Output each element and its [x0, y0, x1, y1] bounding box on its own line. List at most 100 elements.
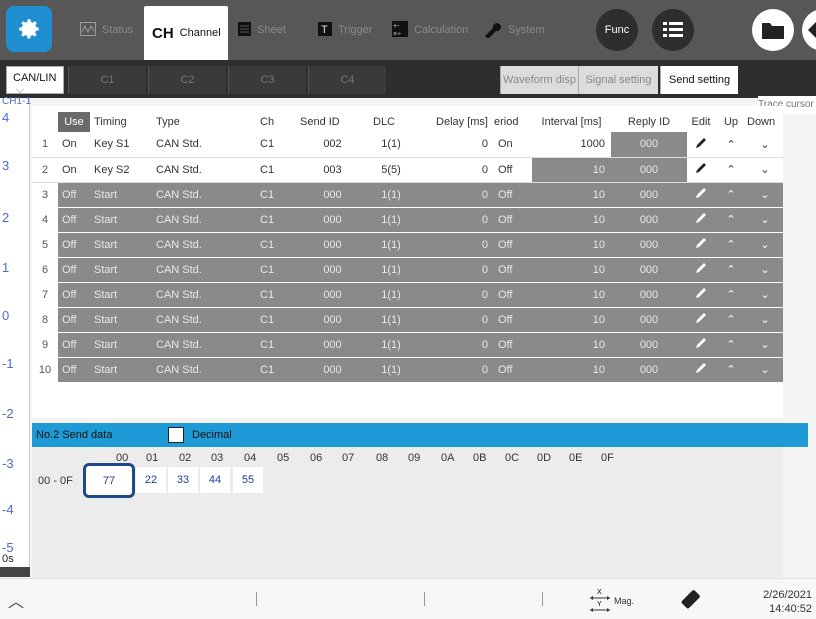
cell-ch[interactable]: C1 — [256, 182, 296, 208]
cell-use[interactable]: Off — [58, 207, 90, 233]
cell-period[interactable]: Off — [494, 232, 532, 258]
cell-interval[interactable]: 10 — [532, 307, 611, 333]
cell-timing[interactable]: Start — [90, 207, 152, 233]
cell-ch[interactable]: C1 — [256, 307, 296, 333]
cell-type[interactable]: CAN Std. — [152, 232, 256, 258]
cell-delay[interactable]: 0 — [413, 257, 494, 283]
tab-status[interactable]: Status — [80, 8, 133, 52]
cell-interval[interactable]: 10 — [532, 282, 611, 308]
move-up-icon[interactable]: ⌃ — [715, 282, 747, 308]
cell-timing[interactable]: Start — [90, 182, 152, 208]
cell-reply-id[interactable]: 000 — [611, 307, 687, 333]
cell-period[interactable]: Off — [494, 307, 532, 333]
cell-use[interactable]: Off — [58, 357, 90, 383]
cell-ch[interactable]: C1 — [256, 232, 296, 258]
func-button[interactable]: Func — [596, 9, 638, 51]
cell-send-id[interactable]: 000 — [296, 207, 369, 233]
data-cell[interactable]: 55 — [233, 467, 263, 493]
cell-reply-id[interactable]: 000 — [611, 357, 687, 383]
cell-reply-id[interactable]: 000 — [611, 132, 687, 158]
table-row[interactable]: 8 Off Start CAN Std. C1 000 1(1) 0 Off 10 000 ⌃ ⌄ — [32, 307, 783, 333]
tab-system[interactable]: System — [482, 8, 545, 52]
cell-use[interactable]: Off — [58, 332, 90, 358]
cell-ch[interactable]: C1 — [256, 332, 296, 358]
move-up-icon[interactable]: ⌃ — [715, 182, 747, 208]
edit-pencil-icon[interactable] — [687, 207, 715, 233]
cell-send-id[interactable]: 003 — [296, 157, 369, 183]
cell-reply-id[interactable]: 000 — [611, 157, 687, 183]
cell-dlc[interactable]: 1(1) — [369, 132, 413, 158]
move-down-icon[interactable]: ⌄ — [747, 207, 783, 233]
cell-period[interactable]: Off — [494, 207, 532, 233]
edit-pencil-icon[interactable] — [687, 232, 715, 258]
edit-pencil-icon[interactable] — [687, 182, 715, 208]
cell-type[interactable]: CAN Std. — [152, 332, 256, 358]
cell-delay[interactable]: 0 — [413, 232, 494, 258]
move-down-icon[interactable]: ⌄ — [747, 307, 783, 333]
table-row[interactable]: 2 On Key S2 CAN Std. C1 003 5(5) 0 Off 10 000 ⌃ ⌄ — [32, 157, 783, 183]
gear-icon[interactable] — [6, 6, 52, 52]
cell-send-id[interactable]: 000 — [296, 257, 369, 283]
tab-waveform-disp[interactable]: Waveform disp — [500, 66, 578, 94]
tab-channel[interactable]: CH Channel — [144, 6, 228, 60]
table-row[interactable]: 6 Off Start CAN Std. C1 000 1(1) 0 Off 10 000 ⌃ ⌄ — [32, 257, 783, 283]
move-down-icon[interactable]: ⌄ — [747, 182, 783, 208]
cell-period[interactable]: Off — [494, 157, 532, 183]
cell-delay[interactable]: 0 — [413, 332, 494, 358]
decimal-checkbox[interactable] — [168, 427, 184, 443]
cell-delay[interactable]: 0 — [413, 307, 494, 333]
cell-delay[interactable]: 0 — [413, 282, 494, 308]
table-row[interactable]: 5 Off Start CAN Std. C1 000 1(1) 0 Off 10 000 ⌃ ⌄ — [32, 232, 783, 258]
move-down-icon[interactable]: ⌄ — [747, 282, 783, 308]
edit-pencil-icon[interactable] — [687, 307, 715, 333]
move-down-icon[interactable]: ⌄ — [747, 157, 783, 183]
cell-ch[interactable]: C1 — [256, 257, 296, 283]
cell-use[interactable]: On — [58, 157, 90, 183]
cell-ch[interactable]: C1 — [256, 132, 296, 158]
cell-timing[interactable]: Start — [90, 332, 152, 358]
cell-send-id[interactable]: 000 — [296, 232, 369, 258]
cell-send-id[interactable]: 000 — [296, 357, 369, 383]
edit-pencil-icon[interactable] — [687, 132, 715, 158]
cell-reply-id[interactable]: 000 — [611, 232, 687, 258]
edit-pencil-icon[interactable] — [687, 332, 715, 358]
cell-interval[interactable]: 10 — [532, 157, 611, 183]
cell-type[interactable]: CAN Std. — [152, 182, 256, 208]
cell-send-id[interactable]: 000 — [296, 182, 369, 208]
move-down-icon[interactable]: ⌄ — [747, 357, 783, 383]
move-down-icon[interactable]: ⌄ — [747, 232, 783, 258]
table-row[interactable]: 4 Off Start CAN Std. C1 000 1(1) 0 Off 10 000 ⌃ ⌄ — [32, 207, 783, 233]
tab-c1[interactable]: C1 — [68, 66, 146, 94]
cell-interval[interactable]: 10 — [532, 357, 611, 383]
table-row[interactable]: 7 Off Start CAN Std. C1 000 1(1) 0 Off 10 000 ⌃ ⌄ — [32, 282, 783, 308]
cell-period[interactable]: Off — [494, 357, 532, 383]
move-up-icon[interactable]: ⌃ — [715, 232, 747, 258]
cell-period[interactable]: On — [494, 132, 532, 158]
cell-period[interactable]: Off — [494, 282, 532, 308]
cell-delay[interactable]: 0 — [413, 207, 494, 233]
cell-use[interactable]: Off — [58, 282, 90, 308]
cell-dlc[interactable]: 1(1) — [369, 357, 413, 383]
cell-timing[interactable]: Start — [90, 357, 152, 383]
cell-timing[interactable]: Start — [90, 257, 152, 283]
cell-reply-id[interactable]: 000 — [611, 182, 687, 208]
cell-dlc[interactable]: 1(1) — [369, 332, 413, 358]
tab-c2[interactable]: C2 — [148, 66, 226, 94]
cell-dlc[interactable]: 1(1) — [369, 207, 413, 233]
cell-send-id[interactable]: 000 — [296, 332, 369, 358]
cell-use[interactable]: On — [58, 132, 90, 158]
tab-c3[interactable]: C3 — [228, 66, 306, 94]
move-up-icon[interactable]: ⌃ — [715, 207, 747, 233]
data-cell-selected[interactable]: 77 — [83, 463, 135, 498]
cell-interval[interactable]: 1000 — [532, 132, 611, 158]
data-cell[interactable]: 44 — [200, 467, 230, 493]
data-cell[interactable]: 33 — [168, 467, 198, 493]
move-down-icon[interactable]: ⌄ — [747, 132, 783, 158]
folder-icon[interactable] — [752, 9, 794, 51]
move-up-icon[interactable]: ⌃ — [715, 132, 747, 158]
cell-ch[interactable]: C1 — [256, 207, 296, 233]
expand-icon[interactable] — [802, 9, 816, 51]
cell-type[interactable]: CAN Std. — [152, 357, 256, 383]
cell-reply-id[interactable]: 000 — [611, 282, 687, 308]
cell-dlc[interactable]: 1(1) — [369, 307, 413, 333]
